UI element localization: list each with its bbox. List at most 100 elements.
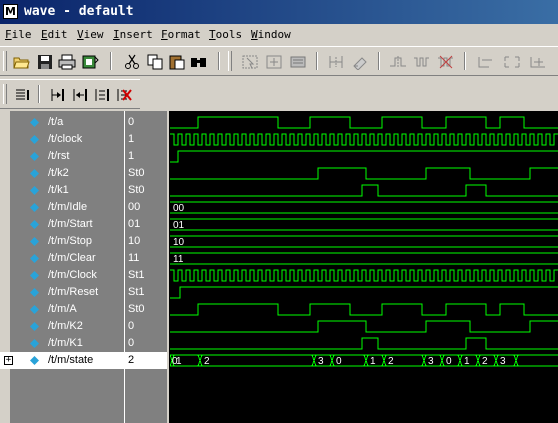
- expand-cursor-icon[interactable]: [13, 85, 33, 105]
- signal-value: 10: [128, 235, 141, 247]
- signal-value: St0: [128, 303, 145, 315]
- signal-row[interactable]: /t/m/Start: [10, 216, 124, 233]
- find-next-transition-icon[interactable]: [412, 52, 432, 72]
- bus-value-label: 1: [464, 356, 470, 367]
- signal-row[interactable]: /t/m/Clear: [10, 250, 124, 267]
- wave-m-clock: [170, 269, 558, 282]
- panel-left-strip: [0, 111, 10, 423]
- clear-cursor-icon[interactable]: [114, 85, 134, 105]
- signal-diamond-icon: [30, 203, 39, 212]
- signal-diamond-icon: [30, 254, 39, 263]
- main-toolbar: [0, 46, 558, 76]
- signal-row[interactable]: /t/m/Clock: [10, 267, 124, 284]
- signal-diamond-icon: [30, 186, 39, 195]
- compile-icon[interactable]: [80, 52, 100, 72]
- bus-value-label: 00: [173, 203, 185, 214]
- menu-file[interactable]: File: [5, 28, 32, 41]
- find-icon[interactable]: [189, 52, 209, 72]
- waveform-area[interactable]: 0001101101 2 3 0 1 2 3 0 1 2 3: [170, 111, 558, 423]
- toolbar-grip[interactable]: [3, 84, 7, 104]
- signal-row[interactable]: /t/k2: [10, 165, 124, 182]
- delete-transition-icon[interactable]: [436, 52, 456, 72]
- wave-t-k2: [170, 167, 558, 180]
- signal-diamond-icon: [30, 135, 39, 144]
- signal-row[interactable]: /t/k1: [10, 182, 124, 199]
- menu-edit[interactable]: Edit: [41, 28, 68, 41]
- signal-row[interactable]: /t/m/Reset: [10, 284, 124, 301]
- signal-value-selected: 2: [125, 352, 167, 369]
- menu-format[interactable]: Format: [161, 28, 201, 41]
- bus-value-label: 1: [176, 356, 182, 367]
- signal-row[interactable]: /t/clock: [10, 131, 124, 148]
- toolbar-grip[interactable]: [3, 51, 7, 71]
- menu-view[interactable]: View: [77, 28, 104, 41]
- signal-row[interactable]: /t/m/K1: [10, 335, 124, 352]
- signal-diamond-icon: [30, 271, 39, 280]
- wave-bus-idle: [170, 201, 558, 214]
- signal-diamond-icon: [30, 322, 39, 331]
- menu-insert[interactable]: Insert: [113, 28, 153, 41]
- wave-m-k2: [170, 320, 558, 333]
- signal-row[interactable]: /t/m/Idle: [10, 199, 124, 216]
- wave-m-k1: [170, 337, 558, 350]
- find-previous-transition-icon[interactable]: [388, 52, 408, 72]
- insert-cursor-icon[interactable]: [326, 52, 346, 72]
- wave-t-a: [170, 116, 558, 129]
- zoom-out-icon[interactable]: [528, 52, 548, 72]
- signal-row-selected[interactable]: +/t/m/state: [0, 352, 124, 369]
- menu-window[interactable]: Window: [251, 28, 291, 41]
- open-folder-icon[interactable]: [12, 52, 32, 72]
- bus-value-label: 11: [173, 254, 184, 265]
- title-bar: M wave - default: [0, 0, 558, 24]
- wave-t-rst: [170, 150, 558, 163]
- toolbar-grip[interactable]: [228, 51, 232, 71]
- previous-edge-icon[interactable]: [70, 85, 90, 105]
- expand-plus-icon[interactable]: +: [4, 356, 13, 365]
- signal-row[interactable]: /t/m/A: [10, 301, 124, 318]
- next-edge-icon[interactable]: [48, 85, 68, 105]
- bus-value-label: 2: [204, 356, 210, 367]
- bus-value-label: 0: [336, 356, 342, 367]
- bus-value-label: 01: [173, 220, 185, 231]
- print-icon[interactable]: [57, 52, 77, 72]
- signal-diamond-icon: [30, 169, 39, 178]
- cut-icon[interactable]: [122, 52, 142, 72]
- save-icon[interactable]: [35, 52, 55, 72]
- signal-diamond-icon: [30, 118, 39, 127]
- signal-row[interactable]: /t/rst: [10, 148, 124, 165]
- signal-value: 00: [128, 201, 141, 213]
- signal-diamond-icon: [30, 220, 39, 229]
- delete-cursor-icon[interactable]: [350, 52, 370, 72]
- zoom-region-icon[interactable]: [264, 52, 284, 72]
- wave-m-reset: [170, 286, 558, 299]
- signal-value: 01: [128, 218, 141, 230]
- signal-value: 0: [128, 320, 135, 332]
- wave-bus-clear: [170, 252, 558, 265]
- wave-bus-start: [170, 218, 558, 231]
- menu-tools[interactable]: Tools: [209, 28, 242, 41]
- dataflow-icon[interactable]: [288, 52, 308, 72]
- cursor-toolbar: [0, 79, 140, 109]
- signal-row[interactable]: /t/m/K2: [10, 318, 124, 335]
- zoom-full-icon[interactable]: [476, 52, 496, 72]
- signal-diamond-icon: [30, 288, 39, 297]
- select-mode-icon[interactable]: [240, 52, 260, 72]
- signal-value: 0: [128, 116, 135, 128]
- menu-bar: File Edit View Insert Format Tools Windo…: [0, 26, 558, 44]
- signal-value: 1: [128, 150, 135, 162]
- bus-value-label: 10: [173, 237, 185, 248]
- bus-value-label: 2: [482, 356, 488, 367]
- signal-value: St0: [128, 184, 145, 196]
- paste-icon[interactable]: [167, 52, 187, 72]
- copy-icon[interactable]: [145, 52, 165, 72]
- signal-diamond-icon: [30, 339, 39, 348]
- signal-diamond-icon: [30, 237, 39, 246]
- signal-value: 0: [128, 337, 135, 349]
- zoom-in-icon[interactable]: [502, 52, 522, 72]
- signal-row[interactable]: /t/a: [10, 114, 124, 131]
- step-edge-icon[interactable]: [92, 85, 112, 105]
- bus-value-label: 1: [370, 356, 376, 367]
- bus-value-label: 2: [388, 356, 394, 367]
- wave-t-k1: [170, 184, 558, 197]
- signal-row[interactable]: /t/m/Stop: [10, 233, 124, 250]
